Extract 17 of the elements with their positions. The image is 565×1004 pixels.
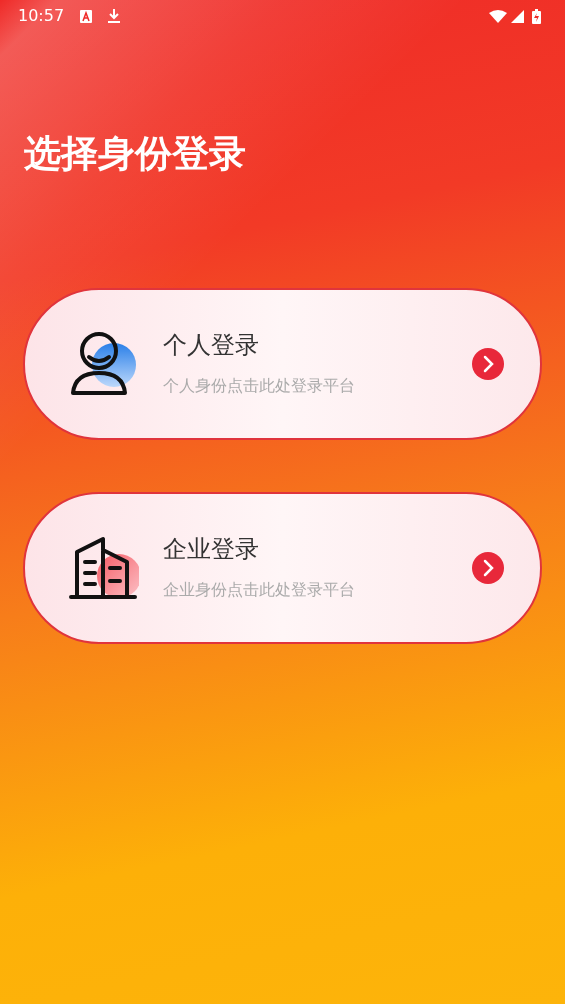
keyboard-icon [80,9,93,23]
wifi-icon [489,9,507,23]
option-subtitle: 个人身份点击此处登录平台 [163,374,356,397]
person-icon [69,331,139,398]
option-subtitle: 企业身份点击此处登录平台 [163,578,356,601]
login-option-card[interactable]: 企业登录 企业身份点击此处登录平台 [23,492,542,645]
building-icon [69,536,139,601]
page-title: 选择身份登录 [24,132,247,177]
status-time: 10:57 [18,5,65,27]
login-option-card[interactable]: 个人登录 个人身份点击此处登录平台 [23,288,542,441]
download-icon [108,9,121,23]
battery-icon [532,8,541,24]
signal-icon [511,9,524,23]
option-title: 企业登录 [163,535,260,564]
chevron-right-icon [472,348,504,381]
chevron-right-icon [472,552,504,585]
option-title: 个人登录 [163,331,260,360]
